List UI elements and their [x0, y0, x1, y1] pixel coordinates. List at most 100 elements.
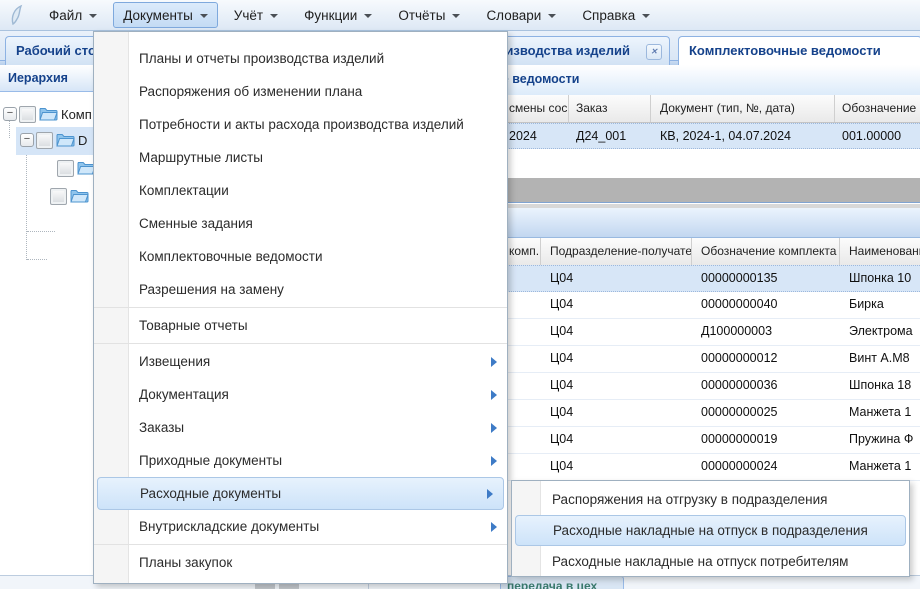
menu-item-documentation[interactable]: Документация: [94, 378, 507, 411]
cell-department: Ц04: [541, 266, 692, 291]
outgoing-documents-submenu: Распоряжения на отгрузку в подразделения…: [511, 480, 910, 577]
cell-department: Ц04: [541, 373, 692, 399]
submenu-item-issue-notes-to-departments[interactable]: Расходные накладные на отпуск в подразде…: [515, 515, 906, 546]
menubar-item-functions[interactable]: Функции: [294, 2, 382, 28]
folder-icon: [70, 188, 89, 203]
column-header-designation[interactable]: Обозначение: [835, 95, 920, 122]
cell-department: Ц04: [541, 346, 692, 372]
lower-grid-row[interactable]: Ц04 00000000025 Манжета 1: [455, 400, 920, 427]
cell-department: Ц04: [541, 292, 692, 318]
menubar-item-label: Словари: [486, 8, 541, 23]
tree-checkbox[interactable]: [50, 188, 67, 205]
tab-close-icon[interactable]: [646, 44, 662, 60]
documents-dropdown-menu: Планы и отчеты производства изделий Расп…: [93, 31, 508, 584]
submenu-item-issue-notes-to-consumers[interactable]: Расходные накладные на отпуск потребител…: [512, 546, 909, 577]
cell-name: Манжета 1: [840, 400, 920, 426]
menubar-item-reports[interactable]: Отчёты: [388, 2, 470, 28]
panel-title: Иерархия: [8, 71, 68, 85]
menubar-item-label: Документы: [123, 8, 193, 23]
lower-grid-row[interactable]: Ц04 00000000036 Шпонка 18: [455, 373, 920, 400]
cell-code: 00000000036: [692, 373, 840, 399]
menu-separator: [94, 343, 507, 344]
cell-department: Ц04: [541, 454, 692, 480]
menu-item-route-sheets[interactable]: Маршрутные листы: [94, 141, 507, 174]
upper-grid-row[interactable]: 2024 Д24_001 КВ, 2024-1, 04.07.2024 001.…: [455, 123, 920, 149]
bottom-tab-label: передача в цех: [507, 579, 597, 589]
cell-name: Манжета 1: [840, 454, 920, 480]
column-header-name[interactable]: Наименование: [840, 238, 920, 265]
column-header-order[interactable]: Заказ: [569, 95, 651, 122]
cell-name: Винт А.М8: [840, 346, 920, 372]
cell-designation: 001.00000: [835, 124, 920, 148]
tab-label: Комплектовочные ведомости: [689, 43, 881, 58]
menubar-item-label: Функции: [304, 8, 357, 23]
cell-code: 00000000012: [692, 346, 840, 372]
menu-item-plan-change-orders[interactable]: Распоряжения об изменении плана: [94, 75, 507, 108]
menubar-item-file[interactable]: Файл: [39, 2, 107, 28]
tree-line: [27, 259, 47, 260]
menu-separator: [94, 307, 507, 308]
caret-down-icon: [548, 14, 556, 18]
lower-grid-row[interactable]: Ц04 00000000040 Бирка: [455, 292, 920, 319]
menu-item-orders[interactable]: Заказы: [94, 411, 507, 444]
cell-code: 00000000019: [692, 427, 840, 453]
menu-item-incoming-documents[interactable]: Приходные документы: [94, 444, 507, 477]
cell-department: Ц04: [541, 427, 692, 453]
cell-department: Ц04: [541, 400, 692, 426]
lower-grid-row[interactable]: Ц04 Д100000003 Электрома: [455, 319, 920, 346]
folder-icon: [56, 132, 75, 147]
menubar-item-label: Файл: [49, 8, 82, 23]
upper-grid-header: смены сос Заказ Документ (тип, №, дата) …: [455, 95, 920, 123]
tree-checkbox[interactable]: [36, 132, 53, 149]
submenu-item-shipment-orders-to-departments[interactable]: Распоряжения на отгрузку в подразделения: [512, 484, 909, 515]
tab-kitting-lists[interactable]: Комплектовочные ведомости: [678, 36, 920, 65]
caret-down-icon: [270, 14, 278, 18]
app-window: Файл Документы Учёт Функции Отчёты Слова…: [0, 0, 920, 589]
menu-item-procurement-plans[interactable]: Планы закупок: [94, 546, 507, 579]
menubar-item-label: Справка: [582, 8, 635, 23]
tree-checkbox[interactable]: [57, 160, 74, 177]
collapse-minus-icon[interactable]: [20, 133, 34, 147]
menu-item-notifications[interactable]: Извещения: [94, 345, 507, 378]
menu-item-outgoing-documents[interactable]: Расходные документы: [97, 477, 504, 510]
tree-checkbox[interactable]: [19, 106, 36, 123]
lower-grid-row[interactable]: Ц04 00000000012 Винт А.М8: [455, 346, 920, 373]
caret-down-icon: [452, 14, 460, 18]
cell-name: Шпонка 10: [840, 266, 920, 291]
lower-grid-header: комп. Подразделение-получатель Обозначен…: [455, 238, 920, 266]
cell-code: Д100000003: [692, 319, 840, 345]
menu-item-intra-warehouse-documents[interactable]: Внутрискладские документы: [94, 510, 507, 543]
column-header-kit-designation[interactable]: Обозначение комплекта: [692, 238, 840, 265]
cell-code: 00000000024: [692, 454, 840, 480]
cell-name: Электрома: [840, 319, 920, 345]
column-header-receiving-department[interactable]: Подразделение-получатель: [541, 238, 692, 265]
cell-name: Шпонка 18: [840, 373, 920, 399]
menu-item-kitting[interactable]: Комплектации: [94, 174, 507, 207]
lower-grid-row[interactable]: Ц04 00000000024 Манжета 1: [455, 454, 920, 481]
cell-document: КВ, 2024-1, 04.07.2024: [651, 124, 835, 148]
menubar-item-documents[interactable]: Документы: [113, 2, 218, 28]
column-header-document[interactable]: Документ (тип, №, дата): [651, 95, 835, 122]
collapse-minus-icon[interactable]: [3, 107, 17, 121]
menu-item-kitting-lists[interactable]: Комплектовочные ведомости: [94, 240, 507, 273]
bottom-tab-transfer-to-shop[interactable]: передача в цех: [500, 576, 624, 589]
menubar: Файл Документы Учёт Функции Отчёты Слова…: [0, 0, 920, 31]
menu-item-shift-tasks[interactable]: Сменные задания: [94, 207, 507, 240]
caret-down-icon: [364, 14, 372, 18]
menubar-item-dictionaries[interactable]: Словари: [476, 2, 566, 28]
lower-panel-header: [455, 208, 920, 238]
horizontal-splitter[interactable]: [455, 178, 920, 203]
caret-down-icon: [642, 14, 650, 18]
cell-name: Бирка: [840, 292, 920, 318]
menu-item-production-plans-reports[interactable]: Планы и отчеты производства изделий: [94, 42, 507, 75]
menubar-item-accounting[interactable]: Учёт: [224, 2, 288, 28]
caret-down-icon: [200, 14, 208, 18]
menubar-item-help[interactable]: Справка: [572, 2, 660, 28]
cell-code: 00000000040: [692, 292, 840, 318]
menu-item-goods-reports[interactable]: Товарные отчеты: [94, 309, 507, 342]
menu-item-replacement-permits[interactable]: Разрешения на замену: [94, 273, 507, 306]
lower-grid-row[interactable]: Ц04 00000000135 Шпонка 10: [455, 265, 920, 292]
tree-line: [27, 231, 55, 232]
menu-item-requirements-consumption-acts[interactable]: Потребности и акты расхода производства …: [94, 108, 507, 141]
lower-grid-row[interactable]: Ц04 00000000019 Пружина Ф: [455, 427, 920, 454]
